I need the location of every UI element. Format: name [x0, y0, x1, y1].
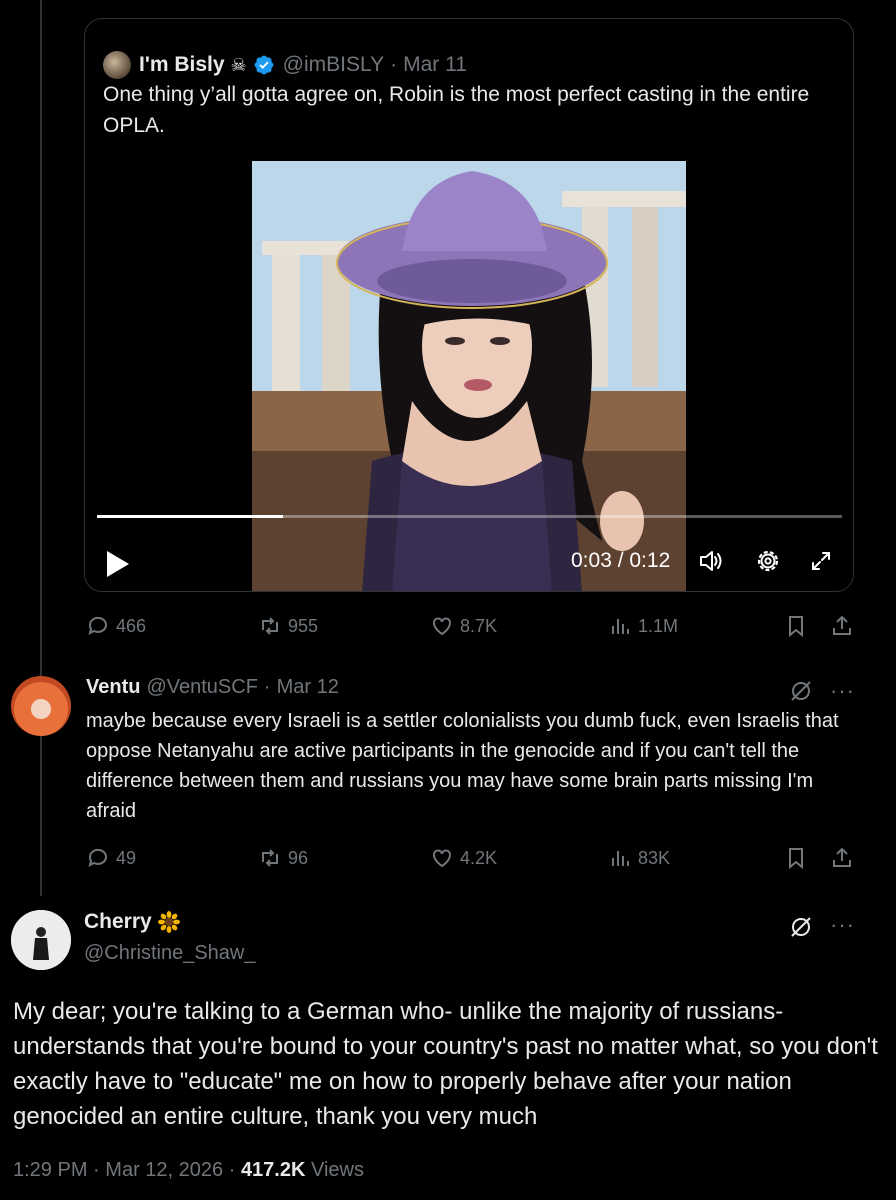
main-tweet-text: My dear; you're talking to a German who-… — [13, 998, 878, 1130]
meta-separator-1: · — [93, 1159, 100, 1181]
video-still-image — [252, 161, 686, 591]
video-frame[interactable] — [252, 161, 686, 591]
more-options-icon[interactable]: ··· — [830, 912, 855, 938]
quoted-author-name[interactable]: I'm Bisly — [139, 53, 225, 77]
reply-button[interactable]: 466 — [86, 614, 146, 638]
reply-bubble-icon — [88, 616, 107, 635]
repost-icon — [262, 849, 278, 867]
reply-author-name[interactable]: Ventu — [86, 676, 140, 699]
repost-button[interactable]: 96 — [258, 846, 308, 870]
thread-connector-line — [40, 0, 42, 896]
repost-count: 96 — [288, 847, 309, 868]
reply-date[interactable]: Mar 12 — [277, 676, 339, 699]
main-tweet-metadata: 1:29 PM · Mar 12, 2026 · 417.2K Views — [13, 1159, 364, 1182]
video-progress-fill — [97, 515, 284, 518]
bookmark-icon[interactable] — [784, 614, 808, 638]
main-author-name-row: Cherry — [84, 910, 180, 934]
reply-author-handle[interactable]: @VentuSCF — [146, 676, 257, 699]
quoted-author-avatar[interactable] — [103, 51, 131, 79]
video-player[interactable]: 0:03 / 0:12 — [85, 161, 853, 591]
like-count: 4.2K — [460, 847, 498, 868]
grok-icon[interactable] — [788, 914, 814, 940]
tweet-time[interactable]: 1:29 PM — [13, 1159, 87, 1181]
like-button[interactable]: 4.2K — [430, 846, 497, 870]
fullscreen-icon[interactable] — [807, 547, 835, 575]
play-icon[interactable] — [105, 549, 131, 579]
reply-count: 49 — [116, 847, 137, 868]
sunflower-icon — [157, 911, 180, 933]
tweet-date[interactable]: Mar 12, 2026 — [105, 1159, 223, 1181]
grok-icon[interactable] — [788, 678, 814, 704]
bookmark-icon[interactable] — [784, 846, 808, 870]
more-options-icon[interactable]: ··· — [830, 678, 855, 704]
main-author-name[interactable]: Cherry — [84, 910, 152, 934]
reply-bubble-icon — [88, 848, 107, 867]
reply-author-avatar[interactable] — [11, 676, 71, 736]
tweet-thread-page: I'm Bisly ☠ @imBISLY · Mar 11 One thing … — [0, 0, 896, 1200]
main-author-handle[interactable]: @Christine_Shaw_ — [84, 942, 256, 965]
views-button[interactable]: 1.1M — [608, 614, 678, 638]
video-progress-track[interactable] — [97, 515, 842, 518]
views-count: 1.1M — [638, 615, 679, 636]
reply-header: Ventu @VentuSCF · Mar 12 — [86, 676, 339, 699]
quoted-author-handle[interactable]: @imBISLY — [283, 53, 384, 77]
reply-tweet-actions: 49 96 4.2K 83K — [86, 846, 856, 874]
main-author-avatar[interactable] — [11, 910, 71, 970]
repost-count: 955 — [288, 615, 319, 636]
views-label: Views — [311, 1159, 364, 1181]
reply-button[interactable]: 49 — [86, 846, 136, 870]
views-chart-icon — [612, 619, 629, 634]
quoted-tweet-card[interactable]: I'm Bisly ☠ @imBISLY · Mar 11 One thing … — [84, 18, 854, 592]
repost-button[interactable]: 955 — [258, 614, 318, 638]
share-icon[interactable] — [830, 846, 854, 870]
volume-icon[interactable] — [697, 547, 725, 575]
verified-badge-icon — [254, 55, 274, 75]
heart-icon — [433, 849, 451, 868]
repost-icon — [262, 617, 278, 635]
share-icon[interactable] — [830, 614, 854, 638]
reply-count: 466 — [116, 615, 147, 636]
views-count: 83K — [638, 847, 671, 868]
views-chart-icon — [612, 851, 629, 866]
views-total: 417.2K — [240, 1159, 306, 1181]
parent-tweet-actions: 466 955 8.7K 1.1M — [86, 614, 856, 642]
quoted-tweet-text: One thing y’all gotta agree on, Robin is… — [103, 83, 810, 137]
reply-header-separator: · — [263, 676, 271, 698]
video-time-display: 0:03 / 0:12 — [571, 549, 671, 572]
meta-separator-2: · — [228, 1159, 236, 1181]
quoted-tweet-header: I'm Bisly ☠ @imBISLY · Mar 11 — [103, 51, 467, 79]
skull-crossbones-icon: ☠ — [230, 54, 247, 75]
quoted-tweet-date[interactable]: Mar 11 — [403, 53, 467, 77]
header-separator: · — [390, 53, 398, 76]
views-button[interactable]: 83K — [608, 846, 670, 870]
avatar-figure-image — [11, 910, 71, 970]
reply-text: maybe because every Israeli is a settler… — [86, 710, 839, 822]
like-button[interactable]: 8.7K — [430, 614, 497, 638]
like-count: 8.7K — [460, 615, 498, 636]
heart-icon — [433, 617, 451, 636]
settings-gear-icon[interactable] — [754, 547, 782, 575]
